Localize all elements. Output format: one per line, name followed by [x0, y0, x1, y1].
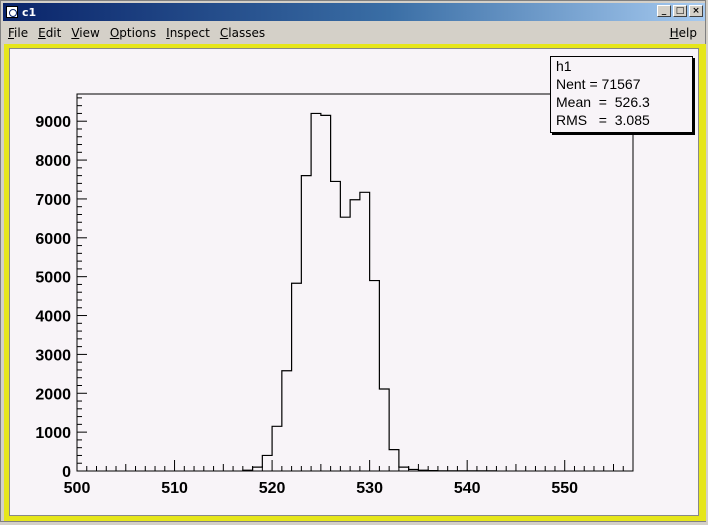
y-axis: 0 1000 2000 3000 4000 5000 6000 7000 8000 9000 [35, 94, 87, 481]
histogram-bin [272, 426, 282, 471]
y-tick-label: 3000 [35, 347, 71, 364]
stats-box[interactable]: h1 Nent = 71567 Mean = 526.3 RMS = 3.085 [550, 56, 693, 133]
y-tick-label: 2000 [35, 386, 71, 403]
histogram-bin [262, 455, 272, 471]
x-tick-label: 540 [454, 480, 481, 497]
y-tick-label: 0 [62, 464, 71, 481]
stats-rms-value: 3.085 [615, 112, 650, 128]
stats-nent-value: 71567 [602, 76, 641, 92]
y-tick-label: 9000 [35, 114, 71, 131]
root-window: c1 _ □ × File Edit View Options Inspect … [0, 0, 706, 522]
y-tick-label: 7000 [35, 192, 71, 209]
x-tick-label: 510 [161, 480, 188, 497]
x-tick-label: 550 [551, 480, 578, 497]
stats-mean: Mean = 526.3 [556, 94, 650, 110]
histogram-bin [282, 371, 292, 471]
histogram-bin [360, 192, 370, 471]
y-tick-label: 4000 [35, 309, 71, 326]
stats-mean-value: 526.3 [615, 94, 650, 110]
histogram-bin [301, 176, 311, 471]
y-tick-label: 1000 [35, 425, 71, 442]
stats-rms: RMS = 3.085 [556, 112, 650, 128]
y-tick-label: 6000 [35, 231, 71, 248]
stats-rms-label: RMS [556, 112, 587, 128]
histogram-bin [379, 389, 389, 471]
histogram-bin [340, 217, 350, 471]
x-tick-label: 520 [259, 480, 286, 497]
x-tick-label: 500 [64, 480, 91, 497]
histogram-bars [243, 113, 497, 471]
histogram-bin [331, 181, 341, 471]
histogram-bin [350, 200, 360, 471]
y-tick-label: 8000 [35, 153, 71, 170]
x-tick-label: 530 [356, 480, 383, 497]
stats-nent: Nent = 71567 [556, 76, 640, 92]
histogram-bin [370, 281, 380, 471]
histogram-bin [389, 450, 399, 471]
stats-name: h1 [556, 58, 572, 74]
stats-nent-label: Nent [556, 76, 586, 92]
histogram-bin [321, 115, 331, 471]
histogram-bin [311, 113, 321, 471]
histogram-bin [292, 283, 302, 471]
y-tick-label: 5000 [35, 270, 71, 287]
stats-mean-label: Mean [556, 94, 591, 110]
